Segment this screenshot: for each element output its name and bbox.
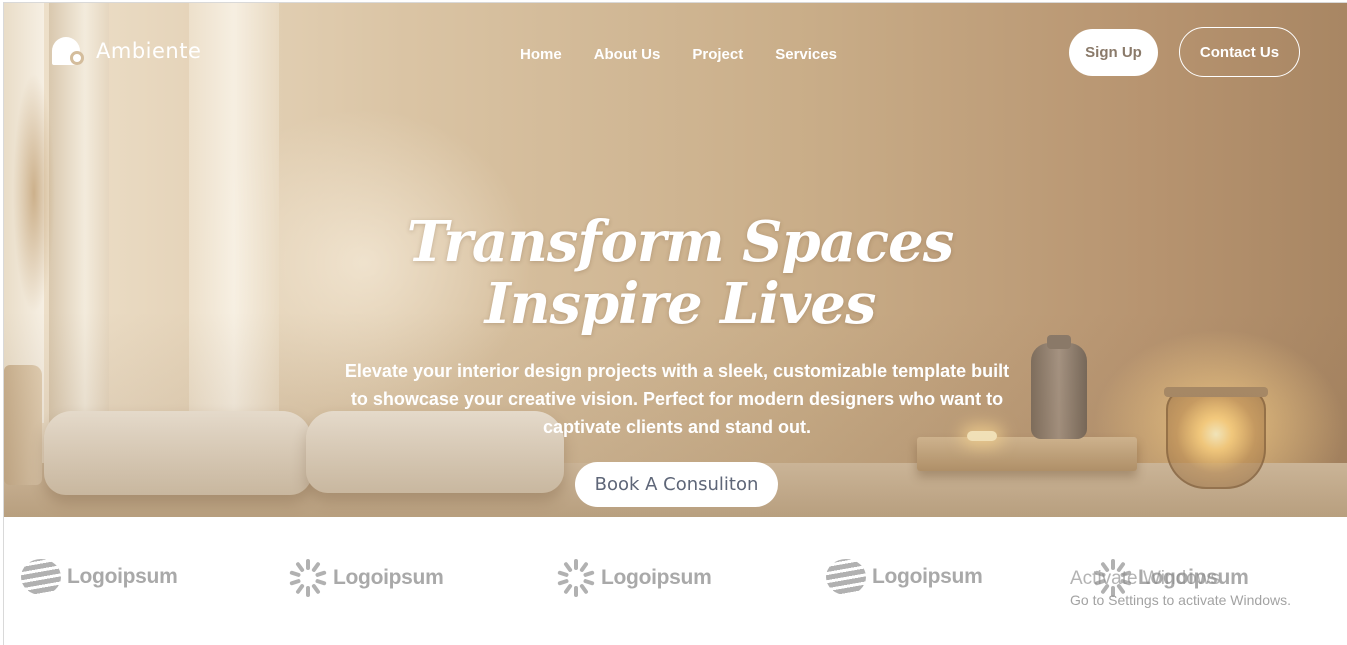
partner-logo-text: Logoipsum [333,566,444,589]
windows-activation-watermark: Activate Windows Go to Settings to activ… [1070,568,1291,608]
sunburst-icon [289,559,327,597]
headline-line-1: Transform Spaces [406,209,954,275]
hero-subtext: Elevate your interior design projects wi… [344,361,1010,437]
nav-home[interactable]: Home [520,46,562,63]
headline-line-2: Inspire Lives [484,271,877,337]
brand-logo[interactable]: Ambiente [50,33,201,69]
partner-logo: Logoipsum [826,559,983,595]
sun-ray [295,561,305,573]
watermark-subtitle: Go to Settings to activate Windows. [1070,592,1291,608]
contact-us-button[interactable]: Contact Us [1179,27,1300,77]
sun-ray [563,583,573,595]
sun-ray [574,586,578,597]
nav-about-us[interactable]: About Us [594,46,661,63]
nav-services[interactable]: Services [775,46,837,63]
browser-viewport: Ambiente Home About Us Project Services … [3,2,1347,645]
sun-ray [574,559,578,570]
sun-ray [314,570,327,578]
partner-logo: Logoipsum [21,559,178,595]
partner-logo-text: Logoipsum [67,565,178,588]
main-nav: Home About Us Project Services [520,46,837,63]
partner-logo-text: Logoipsum [872,565,983,588]
sun-ray [582,570,595,578]
nav-project[interactable]: Project [692,46,743,63]
watermark-title: Activate Windows [1070,568,1220,589]
sun-ray [311,583,321,595]
sun-ray [557,570,570,578]
sun-ray [306,586,310,597]
partner-logo: Logoipsum [289,559,444,597]
wave-icon [826,559,866,595]
partner-logo: Logoipsum [557,559,712,597]
wave-icon [21,559,61,595]
book-consultation-button[interactable]: Book A Consuliton [575,462,778,507]
sun-ray [314,578,327,586]
hero-headline: Transform Spaces Inspire Lives [342,211,1018,335]
hero-section: Ambiente Home About Us Project Services … [4,3,1347,517]
sun-ray [289,570,302,578]
sun-ray [582,578,595,586]
brand-name: Ambiente [96,39,202,63]
sunburst-icon [557,559,595,597]
house-circle-icon [50,33,84,69]
sun-ray [295,583,305,595]
sign-up-button[interactable]: Sign Up [1069,29,1158,76]
sun-ray [579,583,589,595]
sun-ray [306,559,310,570]
partner-logo-text: Logoipsum [601,566,712,589]
sun-ray [563,561,573,573]
